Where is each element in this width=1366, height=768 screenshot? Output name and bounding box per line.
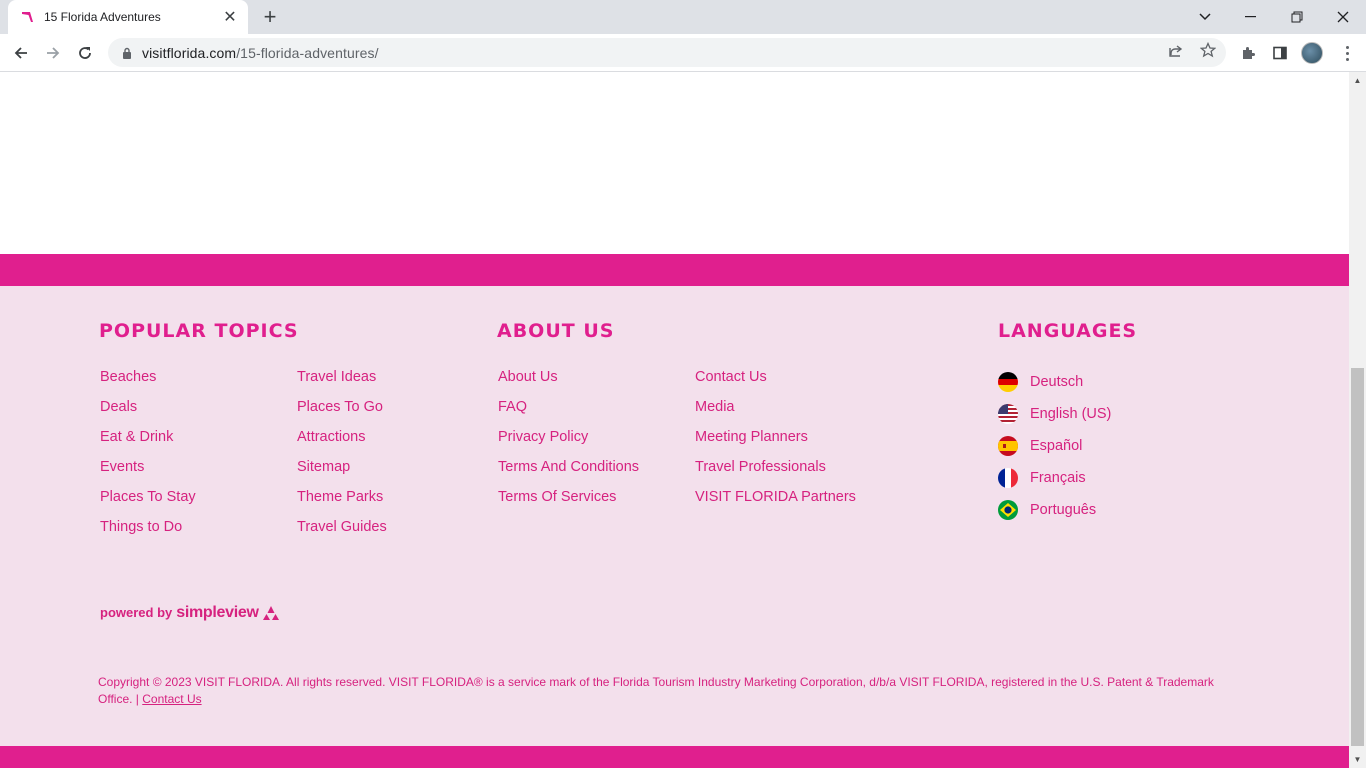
language-espanol[interactable]: Español	[998, 430, 1111, 462]
footer-link-terms-conditions[interactable]: Terms And Conditions	[498, 458, 639, 488]
about-us-col2: Contact Us Media Meeting Planners Travel…	[695, 368, 856, 518]
back-icon[interactable]	[6, 38, 36, 68]
language-label: Français	[1030, 470, 1086, 486]
side-panel-icon[interactable]	[1269, 42, 1291, 64]
extensions-puzzle-icon[interactable]	[1237, 42, 1259, 64]
bookmark-star-icon[interactable]	[1199, 41, 1217, 59]
tab-strip: 15 Florida Adventures ✕ +	[0, 0, 1366, 34]
visit-florida-favicon-icon	[20, 9, 36, 25]
footer-link-deals[interactable]: Deals	[100, 398, 196, 428]
about-us-heading: ABOUT US	[497, 320, 615, 342]
copyright-notice: Copyright © 2023 VISIT FLORIDA. All righ…	[98, 675, 1214, 706]
scroll-up-arrow-icon[interactable]: ▲	[1349, 72, 1366, 89]
simpleview-brand: simpleview	[176, 604, 259, 621]
germany-flag-icon	[998, 372, 1018, 392]
page-viewport: POPULAR TOPICS Beaches Deals Eat & Drink…	[0, 72, 1349, 768]
france-flag-icon	[998, 468, 1018, 488]
popular-topics-heading: POPULAR TOPICS	[99, 320, 299, 342]
footer-link-events[interactable]: Events	[100, 458, 196, 488]
language-label: Português	[1030, 502, 1097, 518]
footer-link-sitemap[interactable]: Sitemap	[297, 458, 387, 488]
footer-top-band	[0, 254, 1349, 286]
footer-link-places-to-go[interactable]: Places To Go	[297, 398, 387, 428]
footer-link-travel-guides[interactable]: Travel Guides	[297, 518, 387, 548]
footer-link-attractions[interactable]: Attractions	[297, 428, 387, 458]
footer-link-faq[interactable]: FAQ	[498, 398, 639, 428]
language-francais[interactable]: Français	[998, 462, 1111, 494]
browser-toolbar: visitflorida.com/15-florida-adventures/	[0, 34, 1366, 72]
powered-by-simpleview[interactable]: powered by simpleview	[100, 604, 281, 622]
language-portugues[interactable]: Português	[998, 494, 1111, 526]
close-window-icon[interactable]	[1320, 0, 1366, 34]
reload-icon[interactable]	[70, 38, 100, 68]
footer-bottom-band	[0, 746, 1349, 768]
browser-menu-icon[interactable]	[1336, 42, 1358, 64]
footer-link-about-us[interactable]: About Us	[498, 368, 639, 398]
forward-icon[interactable]	[38, 38, 68, 68]
new-tab-icon[interactable]: +	[256, 4, 284, 29]
footer-link-terms-of-services[interactable]: Terms Of Services	[498, 488, 639, 518]
copyright-contact-link[interactable]: Contact Us	[142, 692, 201, 706]
url-text: visitflorida.com/15-florida-adventures/	[142, 44, 379, 61]
footer-link-media[interactable]: Media	[695, 398, 856, 428]
footer-link-visit-florida-partners[interactable]: VISIT FLORIDA Partners	[695, 488, 856, 518]
tab-search-icon[interactable]	[1182, 0, 1228, 34]
footer-link-travel-ideas[interactable]: Travel Ideas	[297, 368, 387, 398]
footer-link-contact-us[interactable]: Contact Us	[695, 368, 856, 398]
about-us-col1: About Us FAQ Privacy Policy Terms And Co…	[498, 368, 639, 518]
footer-link-places-to-stay[interactable]: Places To Stay	[100, 488, 196, 518]
profile-avatar[interactable]	[1301, 42, 1323, 64]
tab-title: 15 Florida Adventures	[44, 10, 161, 24]
spain-flag-icon	[998, 436, 1018, 456]
languages-heading: LANGUAGES	[998, 320, 1138, 342]
language-label: Español	[1030, 438, 1083, 454]
close-tab-icon[interactable]: ✕	[220, 7, 240, 27]
brazil-flag-icon	[998, 500, 1018, 520]
language-deutsch[interactable]: Deutsch	[998, 366, 1111, 398]
footer-link-travel-professionals[interactable]: Travel Professionals	[695, 458, 856, 488]
lock-icon[interactable]	[120, 46, 134, 60]
language-label: Deutsch	[1030, 374, 1084, 390]
powered-by-text: powered by	[100, 605, 173, 620]
language-english[interactable]: English (US)	[998, 398, 1111, 430]
scroll-thumb[interactable]	[1351, 368, 1364, 746]
footer-link-eat-drink[interactable]: Eat & Drink	[100, 428, 196, 458]
simpleview-logo-icon	[261, 605, 281, 621]
footer-link-things-to-do[interactable]: Things to Do	[100, 518, 196, 548]
share-icon[interactable]	[1167, 41, 1185, 59]
scroll-down-arrow-icon[interactable]: ▼	[1349, 751, 1366, 768]
popular-topics-col2: Travel Ideas Places To Go Attractions Si…	[297, 368, 387, 548]
footer-link-beaches[interactable]: Beaches	[100, 368, 196, 398]
language-label: English (US)	[1030, 406, 1112, 422]
language-list: Deutsch English (US) Español Français Po…	[998, 366, 1111, 526]
restore-icon[interactable]	[1274, 0, 1320, 34]
site-footer: POPULAR TOPICS Beaches Deals Eat & Drink…	[0, 286, 1349, 746]
browser-tab[interactable]: 15 Florida Adventures ✕	[8, 0, 248, 34]
page-scrollbar[interactable]: ▲ ▼	[1349, 72, 1366, 768]
usa-flag-icon	[998, 404, 1018, 424]
footer-link-privacy-policy[interactable]: Privacy Policy	[498, 428, 639, 458]
address-bar[interactable]: visitflorida.com/15-florida-adventures/	[108, 38, 1226, 67]
minimize-icon[interactable]	[1228, 0, 1274, 34]
footer-link-meeting-planners[interactable]: Meeting Planners	[695, 428, 856, 458]
popular-topics-col1: Beaches Deals Eat & Drink Events Places …	[100, 368, 196, 548]
footer-link-theme-parks[interactable]: Theme Parks	[297, 488, 387, 518]
